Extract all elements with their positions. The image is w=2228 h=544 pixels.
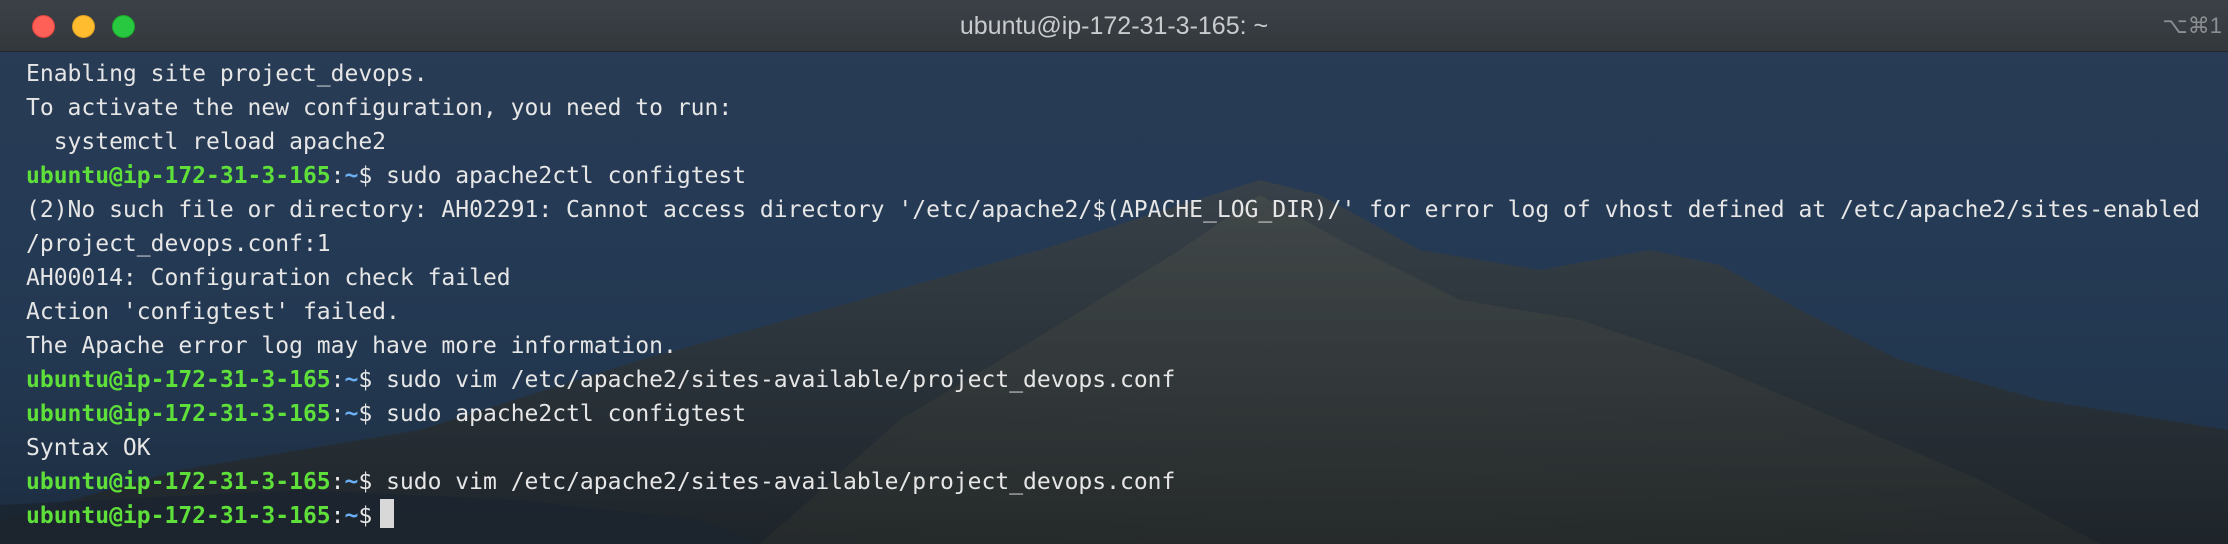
prompt-user: ubuntu@ip-172-31-3-165 <box>26 367 331 393</box>
output-line: The Apache error log may have more infor… <box>26 333 677 359</box>
prompt-line: ubuntu@ip-172-31-3-165:~$ sudo vim /etc/… <box>26 465 2226 499</box>
prompt-separator: : <box>330 163 345 189</box>
window-shortcut: ⌥⌘1 <box>2162 13 2222 38</box>
prompt-symbol: $ <box>358 367 373 393</box>
prompt-user: ubuntu@ip-172-31-3-165 <box>26 503 331 529</box>
prompt-separator: : <box>330 401 345 427</box>
output-line: Enabling site project_devops. <box>26 61 428 87</box>
prompt-symbol: $ <box>358 503 373 529</box>
output-line: /project_devops.conf:1 <box>26 231 331 257</box>
prompt-symbol: $ <box>358 163 373 189</box>
terminal-output[interactable]: Enabling site project_devops. To activate… <box>26 57 2226 533</box>
command-text: sudo apache2ctl configtest <box>372 401 747 427</box>
prompt-separator: : <box>330 503 345 529</box>
prompt-path: ~ <box>344 503 359 529</box>
window-title: ubuntu@ip-172-31-3-165: ~ <box>959 12 1269 40</box>
prompt-line: ubuntu@ip-172-31-3-165:~$ sudo vim /etc/… <box>26 363 2226 397</box>
prompt-path: ~ <box>344 163 359 189</box>
prompt-user: ubuntu@ip-172-31-3-165 <box>26 163 331 189</box>
command-text: sudo vim /etc/apache2/sites-available/pr… <box>372 469 1176 495</box>
output-line: To activate the new configuration, you n… <box>26 95 733 121</box>
prompt-path: ~ <box>344 367 359 393</box>
prompt-user: ubuntu@ip-172-31-3-165 <box>26 401 331 427</box>
output-line: systemctl reload apache2 <box>26 129 387 155</box>
command-text: sudo vim /etc/apache2/sites-available/pr… <box>372 367 1176 393</box>
output-line: (2)No such file or directory: AH02291: C… <box>26 197 2201 223</box>
output-line: Action 'configtest' failed. <box>26 299 400 325</box>
prompt-symbol: $ <box>358 401 373 427</box>
terminal-window: ubuntu@ip-172-31-3-165: ~ ⌥⌘1 Enabling s… <box>0 0 2228 544</box>
title-bar[interactable]: ubuntu@ip-172-31-3-165: ~ ⌥⌘1 <box>0 0 2228 52</box>
prompt-separator: : <box>330 367 345 393</box>
prompt-line: ubuntu@ip-172-31-3-165:~$ sudo apache2ct… <box>26 397 2226 431</box>
output-line: AH00014: Configuration check failed <box>26 265 511 291</box>
text-cursor <box>380 499 395 528</box>
output-line: Syntax OK <box>26 435 151 461</box>
prompt-separator: : <box>330 469 345 495</box>
prompt-symbol: $ <box>358 469 373 495</box>
prompt-line: ubuntu@ip-172-31-3-165:~$ <box>26 499 2226 533</box>
command-text: sudo apache2ctl configtest <box>372 163 747 189</box>
prompt-line: ubuntu@ip-172-31-3-165:~$ sudo apache2ct… <box>26 159 2226 193</box>
prompt-path: ~ <box>344 401 359 427</box>
prompt-user: ubuntu@ip-172-31-3-165 <box>26 469 331 495</box>
prompt-path: ~ <box>344 469 359 495</box>
